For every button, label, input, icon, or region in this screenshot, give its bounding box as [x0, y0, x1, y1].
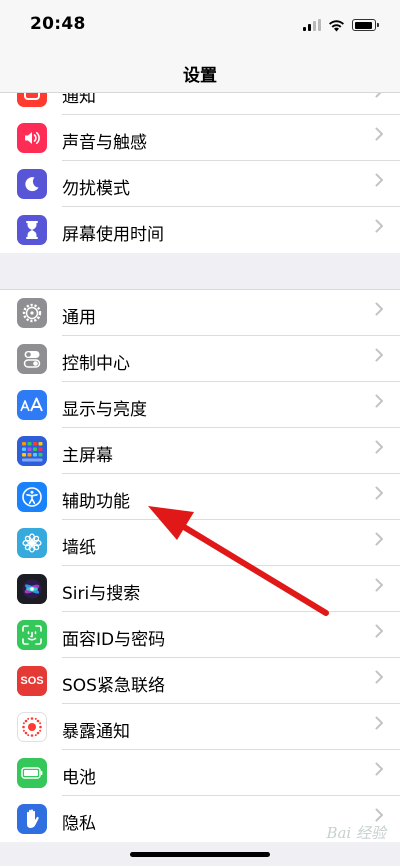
- settings-row-accessibility[interactable]: 辅助功能: [0, 474, 400, 520]
- settings-row-sounds[interactable]: 声音与触感: [0, 115, 400, 161]
- settings-row-label: 通知: [62, 92, 96, 107]
- chevron-right-icon: [375, 532, 383, 546]
- settings-row-label: SOS紧急联络: [62, 676, 165, 696]
- chevron-right-icon: [375, 486, 383, 500]
- settings-row-label: 电池: [62, 768, 96, 788]
- settings-row-faceid[interactable]: 面容ID与密码: [0, 612, 400, 658]
- settings-row-home-screen[interactable]: 主屏幕: [0, 428, 400, 474]
- speaker-icon: [17, 123, 47, 153]
- chevron-right-icon: [375, 670, 383, 684]
- wifi-icon: [329, 19, 344, 31]
- chevron-right-icon: [375, 716, 383, 730]
- settings-group-top: 通知 声音与触感 勿扰模式 屏幕使用时间: [0, 92, 400, 253]
- hourglass-icon: [17, 215, 47, 245]
- exposure-notification-icon: [17, 712, 47, 742]
- settings-row-control-center[interactable]: 控制中心: [0, 336, 400, 382]
- settings-row-siri[interactable]: Siri与搜索: [0, 566, 400, 612]
- settings-row-label: 辅助功能: [62, 492, 130, 512]
- hand-icon: [17, 804, 47, 834]
- flower-icon: [17, 528, 47, 558]
- settings-row-wallpaper[interactable]: 墙纸: [0, 520, 400, 566]
- toggle-switches-icon: [17, 344, 47, 374]
- notifications-icon: [17, 92, 47, 107]
- settings-row-label: 隐私: [62, 814, 96, 834]
- cellular-signal-icon: [303, 19, 321, 31]
- settings-row-notifications[interactable]: 通知: [0, 92, 400, 115]
- status-icons: [303, 16, 379, 34]
- siri-icon: [17, 574, 47, 604]
- app-grid-icon: [17, 436, 47, 466]
- settings-row-sos[interactable]: SOS SOS紧急联络: [0, 658, 400, 704]
- status-bar: 20:48: [0, 0, 400, 52]
- chevron-right-icon: [375, 624, 383, 638]
- page-title: 设置: [183, 66, 217, 86]
- settings-row-label: 墙纸: [62, 538, 96, 558]
- settings-row-general[interactable]: 通用: [0, 290, 400, 336]
- chevron-right-icon: [375, 394, 383, 408]
- settings-row-label: 屏幕使用时间: [62, 225, 164, 245]
- chevron-right-icon: [375, 808, 383, 822]
- home-indicator: [130, 852, 270, 857]
- gear-icon: [17, 298, 47, 328]
- settings-row-label: 主屏幕: [62, 446, 113, 466]
- settings-row-label: 面容ID与密码: [62, 630, 166, 650]
- chevron-right-icon: [375, 762, 383, 776]
- chevron-right-icon: [375, 302, 383, 316]
- face-id-icon: [17, 620, 47, 650]
- chevron-right-icon: [375, 440, 383, 454]
- moon-icon: [17, 169, 47, 199]
- status-time: 20:48: [30, 14, 86, 34]
- sos-icon: SOS: [17, 666, 47, 696]
- settings-row-label: 通用: [62, 308, 96, 328]
- settings-row-label: 控制中心: [62, 354, 130, 374]
- settings-group-main: 通用 控制中心 显示与亮度 主屏幕 辅助功能 墙纸 Siri与搜索 面容ID与密…: [0, 289, 400, 842]
- navigation-bar: 设置: [0, 52, 400, 93]
- battery-setting-icon: [17, 758, 47, 788]
- settings-row-label: 显示与亮度: [62, 400, 147, 420]
- settings-row-label: Siri与搜索: [62, 584, 141, 604]
- chevron-right-icon: [375, 219, 383, 233]
- sos-icon-text: SOS: [20, 675, 44, 687]
- settings-row-dnd[interactable]: 勿扰模式: [0, 161, 400, 207]
- settings-row-label: 暴露通知: [62, 722, 130, 742]
- accessibility-icon: [17, 482, 47, 512]
- settings-row-screentime[interactable]: 屏幕使用时间: [0, 207, 400, 253]
- watermark: Bai 经验: [326, 824, 386, 842]
- chevron-right-icon: [375, 127, 383, 141]
- chevron-right-icon: [375, 578, 383, 592]
- battery-icon: [352, 19, 379, 31]
- text-size-icon: [17, 390, 47, 420]
- chevron-right-icon: [375, 348, 383, 362]
- chevron-right-icon: [375, 173, 383, 187]
- settings-row-battery[interactable]: 电池: [0, 750, 400, 796]
- settings-row-exposure[interactable]: 暴露通知: [0, 704, 400, 750]
- settings-row-label: 勿扰模式: [62, 179, 130, 199]
- settings-row-label: 声音与触感: [62, 133, 147, 153]
- settings-row-display[interactable]: 显示与亮度: [0, 382, 400, 428]
